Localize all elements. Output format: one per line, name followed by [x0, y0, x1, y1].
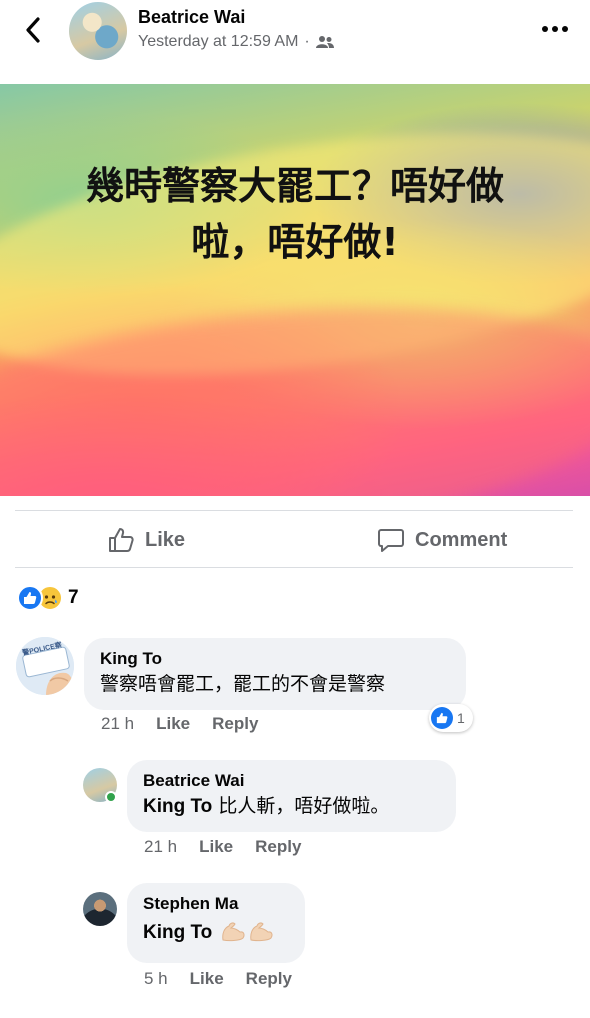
like-reaction-icon	[431, 707, 453, 729]
divider	[15, 567, 573, 568]
like-button[interactable]: Like	[107, 523, 185, 557]
mention-link[interactable]: King To	[143, 922, 212, 943]
flexed-biceps-icon	[222, 922, 245, 942]
more-options-button[interactable]	[542, 26, 568, 32]
comment-meta: 21 h Like Reply	[101, 714, 258, 734]
more-dots-icon	[542, 26, 548, 32]
comment-reaction-count: 1	[457, 710, 465, 726]
post-background	[0, 84, 590, 496]
comment-author[interactable]: King To	[100, 648, 450, 670]
reply-author[interactable]: Beatrice Wai	[143, 770, 440, 792]
reply-time[interactable]: 21 h	[144, 837, 177, 857]
reply-text: King To 比人斬，唔好做啦。	[143, 795, 390, 817]
post-text: 幾時警察大罷工？唔好做 啦，唔好做!	[30, 158, 560, 270]
reply-reply-button[interactable]: Reply	[255, 837, 301, 857]
post-text-line-1: 幾時警察大罷工？唔好做	[85, 164, 504, 208]
reactions-summary[interactable]: 7	[17, 585, 79, 611]
poster-name[interactable]: Beatrice Wai	[138, 7, 245, 28]
post-meta: Yesterday at 12:59 AM ·	[138, 33, 334, 51]
comment-bubble[interactable]: King To 警察唔會罷工，罷工的不會是警察	[84, 638, 466, 710]
comment-button[interactable]: Comment	[377, 523, 507, 557]
poster-avatar[interactable]	[69, 2, 127, 60]
comment-label: Comment	[415, 528, 508, 551]
post-text-line-2: 啦，唔好做!	[191, 220, 399, 264]
comment-reaction-badge[interactable]: 1	[429, 704, 473, 732]
comment-like-button[interactable]: Like	[156, 714, 190, 734]
online-status-indicator	[105, 791, 117, 803]
comment-text: 警察唔會罷工，罷工的不會是警察	[100, 673, 386, 695]
post-timestamp[interactable]: Yesterday at 12:59 AM	[138, 33, 298, 51]
thumbs-up-icon	[109, 528, 134, 552]
reply-bubble[interactable]: Beatrice Wai King To 比人斬，唔好做啦。	[127, 760, 456, 832]
reply-meta: 21 h Like Reply	[144, 837, 301, 857]
reply-bubble[interactable]: Stephen Ma King To	[127, 883, 305, 963]
reply-reply-button[interactable]: Reply	[246, 969, 292, 989]
like-reaction-icon	[17, 585, 43, 611]
friends-icon[interactable]	[315, 35, 334, 49]
like-label: Like	[145, 528, 186, 551]
comment-time[interactable]: 21 h	[101, 714, 134, 734]
reply-like-button[interactable]: Like	[199, 837, 233, 857]
post-header: Beatrice Wai Yesterday at 12:59 AM ·	[0, 0, 590, 84]
meta-separator: ·	[304, 33, 310, 50]
chevron-left-icon	[26, 17, 40, 43]
reply-like-button[interactable]: Like	[190, 969, 224, 989]
comment-icon	[378, 529, 404, 552]
mention-link[interactable]: King To	[143, 796, 212, 817]
reply-time[interactable]: 5 h	[144, 969, 168, 989]
flexed-biceps-icon	[250, 922, 273, 942]
back-button[interactable]	[18, 14, 48, 46]
reply-author[interactable]: Stephen Ma	[143, 893, 289, 915]
comment-reply-button[interactable]: Reply	[212, 714, 258, 734]
divider	[15, 510, 573, 511]
reply-text: King To	[143, 918, 289, 947]
reaction-count: 7	[68, 587, 79, 608]
avatar[interactable]	[83, 892, 117, 926]
reply-meta: 5 h Like Reply	[144, 969, 292, 989]
